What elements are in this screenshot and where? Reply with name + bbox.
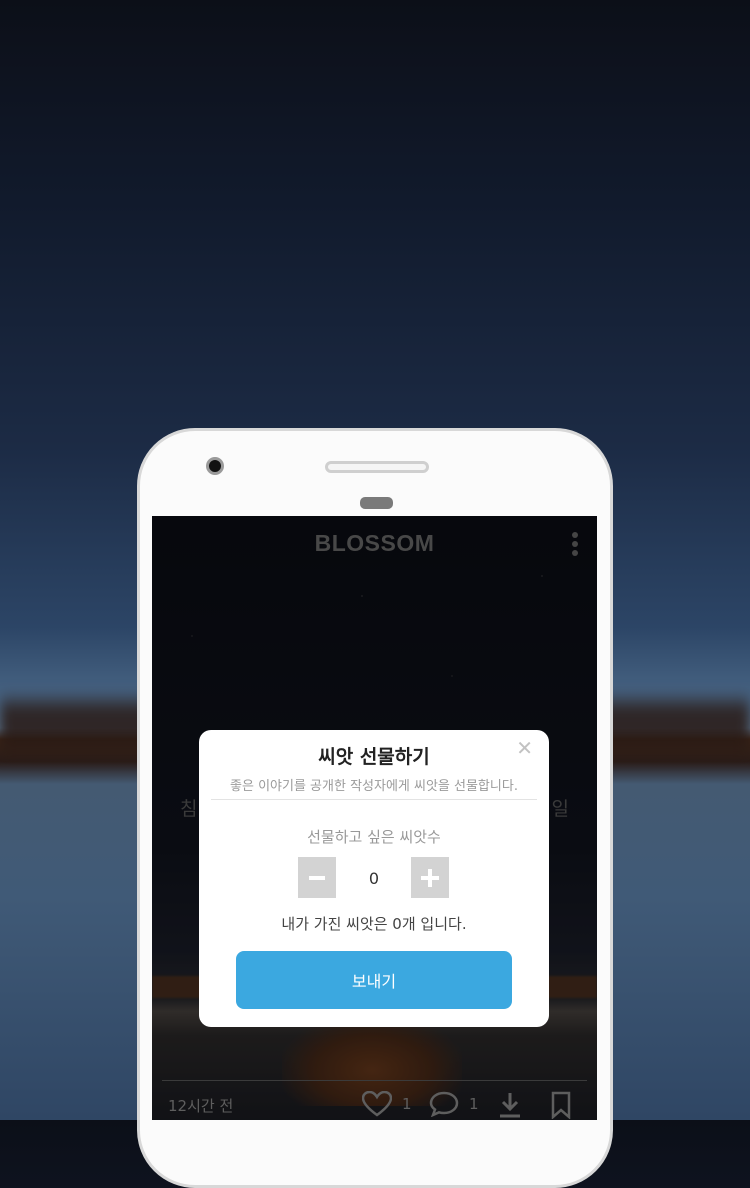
speaker-grill	[325, 461, 429, 473]
like-count: 1	[402, 1095, 412, 1113]
send-button[interactable]: 보내기	[236, 951, 512, 1009]
dialog-title: 씨앗 선물하기	[318, 746, 430, 768]
owned-seeds-text: 내가 가진 씨앗은 0개 입니다.	[281, 915, 467, 933]
download-icon[interactable]	[497, 1091, 523, 1119]
close-icon[interactable]: ✕	[516, 738, 533, 758]
post-footer: 12시간 전 1 1	[162, 1080, 587, 1121]
comment-count: 1	[469, 1095, 479, 1113]
bookmark-icon[interactable]	[550, 1091, 572, 1119]
increment-button[interactable]	[411, 857, 449, 898]
dialog-subtitle: 좋은 이야기를 공개한 작성자에게 씨앗을 선물합니다.	[230, 779, 518, 794]
heart-icon[interactable]	[362, 1091, 392, 1117]
sensor	[360, 497, 393, 509]
quantity-label: 선물하고 싶은 씨앗수	[307, 828, 441, 846]
divider	[211, 799, 537, 800]
camera-icon	[206, 457, 224, 475]
quantity-value[interactable]: 0	[199, 869, 549, 888]
gift-seed-dialog: 씨앗 선물하기 ✕ 좋은 이야기를 공개한 작성자에게 씨앗을 선물합니다. 선…	[199, 730, 549, 1027]
plus-icon	[421, 868, 439, 887]
comment-icon[interactable]	[429, 1091, 459, 1117]
post-time: 12시간 전	[168, 1097, 234, 1115]
